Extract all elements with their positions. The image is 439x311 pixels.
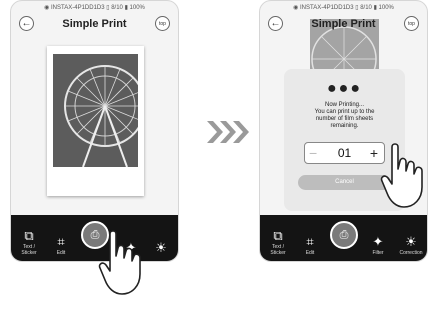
tool-label: Correction xyxy=(399,250,423,256)
brightness-icon: ☀ xyxy=(405,234,417,249)
ferris-wheel-photo xyxy=(53,54,138,167)
phone-screen-printing: ◉ INSTAX-4P1DD1D3 ▯ 8/10 ▮ 100% ← Simple… xyxy=(259,0,428,262)
instax-preview-card xyxy=(47,46,144,196)
loading-dots: ●●● xyxy=(327,80,362,97)
crop-icon: ⌗ xyxy=(306,234,314,249)
message-line: number of film sheets xyxy=(315,116,374,122)
message-line: Now Printing... xyxy=(324,102,364,108)
phone-screen-before: ◉ INSTAX-4P1DD1D3 ▯ 8/10 ▮ 100% ← Simple… xyxy=(10,0,179,262)
sticker-icon: ⧉ xyxy=(24,228,34,243)
status-bar: ◉ INSTAX-4P1DD1D3 ▯ 8/10 ▮ 100% xyxy=(293,5,394,11)
printer-icon: ⎙ xyxy=(339,229,349,241)
text-sticker-tool[interactable]: ⧉ Text / Sticker xyxy=(15,228,43,256)
tapping-hand-icon xyxy=(98,230,141,295)
print-count-stepper: − 01 + xyxy=(304,142,385,164)
crop-icon: ⌗ xyxy=(57,234,65,249)
bottom-toolbar: ⧉ Text / Sticker ⌗ Edit ⎙ ✦ ☀ xyxy=(11,215,178,261)
page-title: Simple Print xyxy=(62,18,127,30)
tool-label: Text / Sticker xyxy=(270,244,286,256)
page-title: Simple Print xyxy=(311,18,376,30)
sticker-icon: ⧉ xyxy=(273,228,283,243)
next-step-arrow-icon xyxy=(207,121,249,143)
edit-tool[interactable]: ⌗ Edit xyxy=(296,234,324,256)
bottom-toolbar: ⧉ Text / Sticker ⌗ Edit ⎙ ✦ Filter ☀ Cor… xyxy=(260,215,427,261)
tool-label: Edit xyxy=(56,250,66,256)
printing-message: Now Printing... You can print up to the … xyxy=(290,102,399,130)
ferris-wheel-illustration xyxy=(53,54,138,167)
correction-tool[interactable]: ☀ Correction xyxy=(397,234,425,256)
tool-label: Filter xyxy=(372,250,384,256)
status-bar: ◉ INSTAX-4P1DD1D3 ▯ 8/10 ▮ 100% xyxy=(44,5,145,11)
top-button[interactable]: top xyxy=(404,16,419,31)
edit-tool[interactable]: ⌗ Edit xyxy=(47,234,75,256)
tool-label: Text / Sticker xyxy=(21,244,37,256)
top-button[interactable]: top xyxy=(155,16,170,31)
filter-tool[interactable]: ✦ Filter xyxy=(364,234,392,256)
text-sticker-tool[interactable]: ⧉ Text / Sticker xyxy=(264,228,292,256)
tool-label: Edit xyxy=(305,250,315,256)
increment-button[interactable]: + xyxy=(370,144,378,162)
print-button[interactable]: ⎙ xyxy=(330,221,358,249)
tapping-hand-icon xyxy=(380,143,423,208)
message-line: You can print up to the xyxy=(314,109,375,115)
message-line: remaining. xyxy=(330,123,359,129)
magic-wand-icon: ✦ xyxy=(372,234,384,249)
